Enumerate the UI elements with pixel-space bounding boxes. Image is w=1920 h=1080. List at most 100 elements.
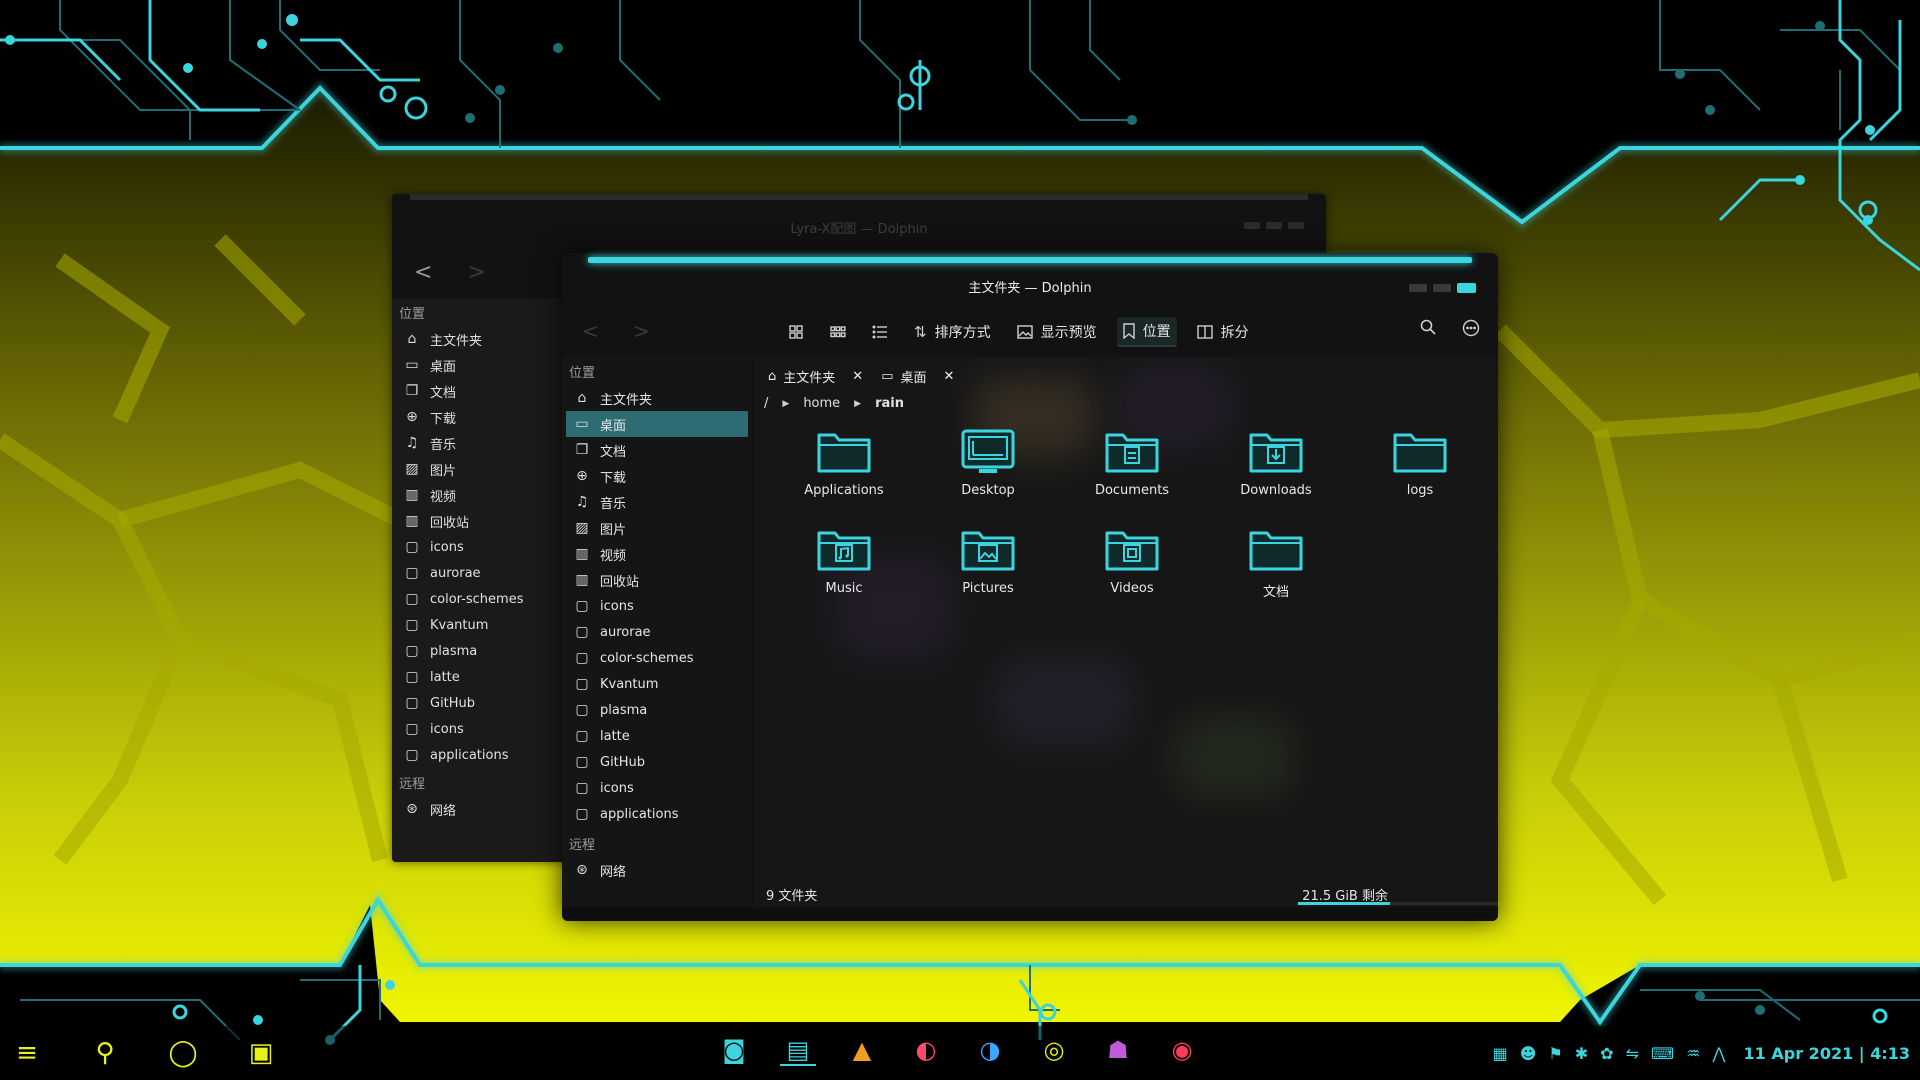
edge-icon[interactable]: ◑ <box>972 1036 1008 1066</box>
chevron-right-icon[interactable]: ▶ <box>782 399 789 409</box>
sidebar-item[interactable]: ▢ icons <box>562 593 752 619</box>
music-player-icon[interactable]: ◉ <box>1164 1036 1200 1066</box>
dolphin-window[interactable]: 主文件夹 — Dolphin < > ⇅ 排序方式 显示预览 位置 拆分 位置 … <box>562 253 1498 921</box>
sidebar-item[interactable]: ▢ icons <box>392 716 562 742</box>
sidebar-item[interactable]: ▭ 桌面 <box>566 411 748 437</box>
circle-icon[interactable]: ◯ <box>168 1038 198 1068</box>
file-item[interactable]: logs <box>1348 427 1492 517</box>
file-item[interactable]: Videos <box>1060 525 1204 615</box>
sidebar-item[interactable]: ⊕ 下载 <box>562 463 752 489</box>
sidebar-item[interactable]: ▢ Kvantum <box>392 612 562 638</box>
icons-view-button[interactable] <box>782 320 810 344</box>
sidebar-item[interactable]: ▢ icons <box>562 775 752 801</box>
close-button[interactable] <box>1457 283 1476 293</box>
places-label: 位置 <box>1142 324 1171 340</box>
sidebar-item[interactable]: ▢ Kvantum <box>562 671 752 697</box>
maximize-button[interactable] <box>1433 284 1451 292</box>
sidebar-item[interactable]: ▢ plasma <box>392 638 562 664</box>
file-item[interactable]: Music <box>772 525 916 615</box>
firefox-icon[interactable]: ◐ <box>908 1036 944 1066</box>
broom-icon[interactable]: ⚑ <box>1548 1044 1562 1063</box>
search-icon[interactable]: ⚲ <box>90 1038 120 1068</box>
inkscape-icon[interactable]: ▲ <box>844 1036 880 1066</box>
tab-home[interactable]: ⌂ 主文件夹 ✕ <box>764 365 867 388</box>
package-icon[interactable]: ▦ <box>1493 1044 1508 1063</box>
split-button[interactable]: 拆分 <box>1191 318 1255 346</box>
sidebar-item[interactable]: ⊛ 网络 <box>392 796 562 822</box>
sidebar-item[interactable]: ▥ 回收站 <box>562 567 752 593</box>
close-tab-icon[interactable]: ✕ <box>852 369 863 384</box>
audio-icon[interactable]: ♒ <box>1686 1044 1700 1063</box>
folder-pictures-icon <box>959 525 1017 575</box>
weather-icon[interactable]: ✿ <box>1600 1044 1613 1063</box>
sidebar-item[interactable]: ▢ applications <box>392 742 562 768</box>
maximize-button[interactable] <box>1266 222 1282 229</box>
more-options-icon[interactable] <box>1462 319 1480 337</box>
forward-button[interactable]: > <box>633 319 650 343</box>
close-tab-icon[interactable]: ✕ <box>944 369 955 384</box>
sidebar-item[interactable]: ▢ plasma <box>562 697 752 723</box>
overview-icon[interactable]: ▣ <box>246 1038 276 1068</box>
sidebar-item[interactable]: ▨ 图片 <box>562 515 752 541</box>
sidebar-item[interactable]: ♫ 音乐 <box>392 430 562 456</box>
bluetooth-icon[interactable]: ✱ <box>1575 1044 1588 1063</box>
menu-icon[interactable]: ≡ <box>12 1038 42 1068</box>
sidebar-item[interactable]: ▢ GitHub <box>392 690 562 716</box>
network-icon[interactable]: ⇋ <box>1626 1044 1639 1063</box>
minimize-button[interactable] <box>1409 284 1427 292</box>
sidebar-item[interactable]: ▨ 图片 <box>392 456 562 482</box>
tab-desktop[interactable]: ▭ 桌面 ✕ <box>877 365 958 388</box>
back-button[interactable]: < <box>582 319 599 343</box>
arrow-icon[interactable]: ⋀ <box>1712 1044 1725 1063</box>
compact-view-button[interactable] <box>824 320 852 344</box>
file-item[interactable]: 文档 <box>1204 525 1348 615</box>
github-icon[interactable]: ☗ <box>1100 1036 1136 1066</box>
sidebar-item[interactable]: ⌂ 主文件夹 <box>562 385 752 411</box>
sidebar-item[interactable]: ♫ 音乐 <box>562 489 752 515</box>
minimize-button[interactable] <box>1244 222 1260 229</box>
chevron-right-icon[interactable]: ▶ <box>854 399 861 409</box>
file-item[interactable]: Desktop <box>916 427 1060 517</box>
clock[interactable]: 11 Apr 2021 | 4:13 <box>1744 1044 1910 1063</box>
sidebar-item[interactable]: ⊛ 网络 <box>562 857 752 883</box>
sidebar-item[interactable]: ▢ latte <box>562 723 752 749</box>
sidebar-item[interactable]: ▢ icons <box>392 534 562 560</box>
sidebar-item[interactable]: ▥ 视频 <box>562 541 752 567</box>
sort-button[interactable]: ⇅ 排序方式 <box>908 318 997 346</box>
toolbar: ⇅ 排序方式 显示预览 位置 拆分 <box>782 317 1255 347</box>
sidebar-item[interactable]: ▢ aurorae <box>562 619 752 645</box>
keyboard-icon[interactable]: ⌨ <box>1651 1044 1674 1063</box>
sidebar-item[interactable]: ▥ 回收站 <box>392 508 562 534</box>
screenshot-icon[interactable]: ◙ <box>716 1036 752 1066</box>
file-manager-icon[interactable]: ▤ <box>780 1036 816 1066</box>
breadcrumb-home[interactable]: home <box>803 396 840 411</box>
sidebar-item[interactable]: ▢ color-schemes <box>392 586 562 612</box>
theme-icon[interactable]: ◎ <box>1036 1036 1072 1066</box>
breadcrumb-current[interactable]: rain <box>875 396 904 411</box>
forward-button[interactable]: > <box>467 260 485 285</box>
sidebar-item[interactable]: ❐ 文档 <box>562 437 752 463</box>
sidebar-item[interactable]: ❐ 文档 <box>392 378 562 404</box>
file-view[interactable]: ⌂ 主文件夹 ✕ ▭ 桌面 ✕ / ▶ home ▶ rain Applicat… <box>754 357 1498 907</box>
sidebar-item[interactable]: ▥ 视频 <box>392 482 562 508</box>
sidebar-item[interactable]: ⊕ 下载 <box>392 404 562 430</box>
file-item[interactable]: Applications <box>772 427 916 517</box>
details-view-button[interactable] <box>866 320 894 344</box>
file-item[interactable]: Pictures <box>916 525 1060 615</box>
search-icon[interactable] <box>1420 319 1436 335</box>
close-button[interactable] <box>1288 222 1304 229</box>
places-toggle-button[interactable]: 位置 <box>1116 317 1177 347</box>
file-item[interactable]: Documents <box>1060 427 1204 517</box>
preview-button[interactable]: 显示预览 <box>1011 318 1103 346</box>
sidebar-item[interactable]: ▢ aurorae <box>392 560 562 586</box>
sidebar-item[interactable]: ▢ color-schemes <box>562 645 752 671</box>
back-button[interactable]: < <box>414 260 432 285</box>
sidebar-item[interactable]: ▭ 桌面 <box>392 352 562 378</box>
sidebar-item[interactable]: ▢ GitHub <box>562 749 752 775</box>
file-item[interactable]: Downloads <box>1204 427 1348 517</box>
breadcrumb-root[interactable]: / <box>764 396 768 411</box>
sidebar-item[interactable]: ▢ applications <box>562 801 752 827</box>
sidebar-item[interactable]: ▢ latte <box>392 664 562 690</box>
sidebar-item[interactable]: ⌂ 主文件夹 <box>392 326 562 352</box>
robot-icon[interactable]: ☻ <box>1520 1044 1537 1063</box>
